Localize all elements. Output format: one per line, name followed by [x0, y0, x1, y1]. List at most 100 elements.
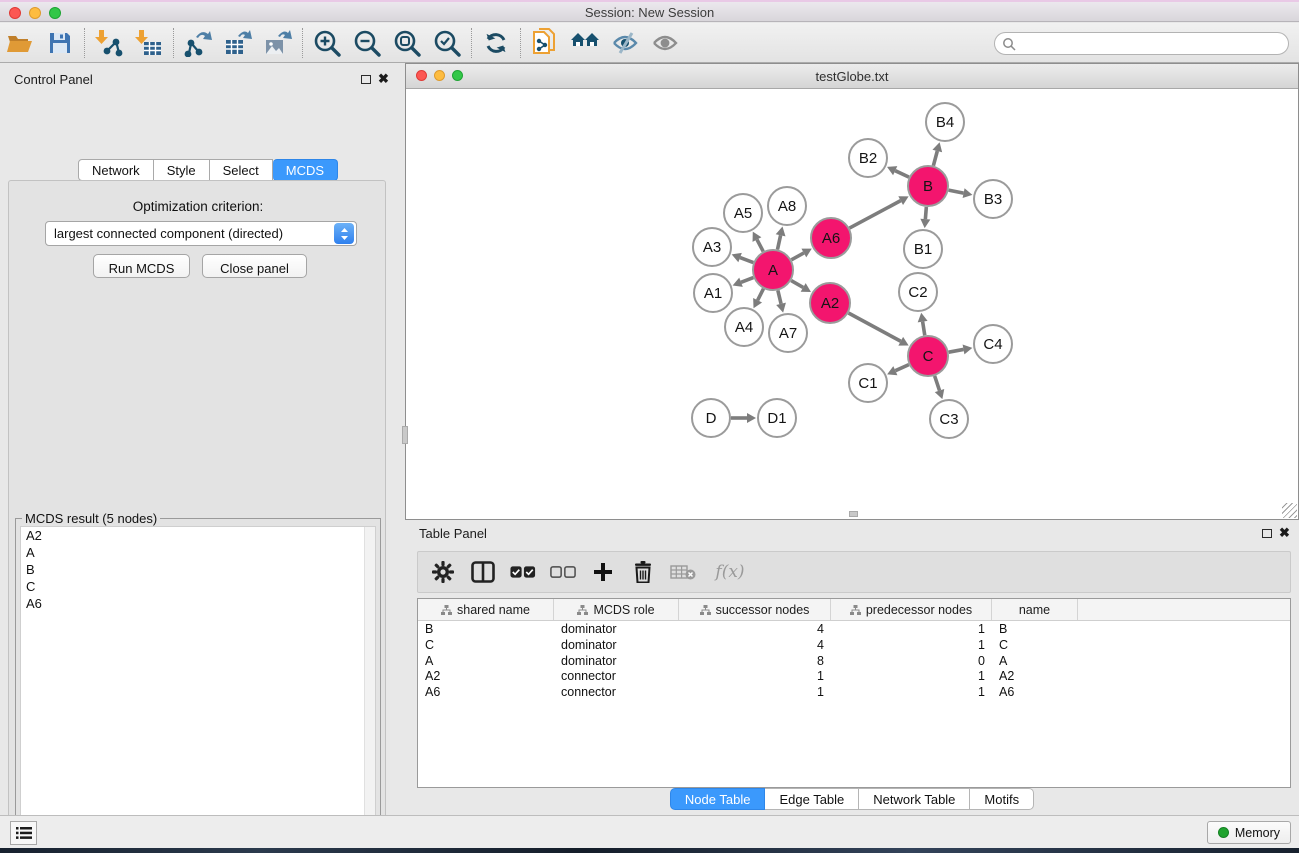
edge-B-B3[interactable]: [949, 190, 964, 193]
column-header-MCDS-role[interactable]: MCDS role: [554, 599, 679, 620]
edge-A-A8[interactable]: [777, 235, 780, 249]
mcds-result-item[interactable]: A6: [21, 595, 375, 612]
table-row[interactable]: Cdominator41C: [418, 637, 1290, 653]
edge-C-C3[interactable]: [935, 376, 940, 391]
tab-network-table[interactable]: Network Table: [859, 788, 970, 810]
save-icon[interactable]: [40, 26, 80, 60]
hide-eye-icon[interactable]: [605, 26, 645, 60]
tab-select[interactable]: Select: [210, 159, 273, 181]
cell-MCDS-role[interactable]: dominator: [554, 653, 679, 669]
cell-successor-nodes[interactable]: 1: [679, 684, 831, 700]
mcds-result-item[interactable]: B: [21, 561, 375, 578]
criterion-select[interactable]: largest connected component (directed): [45, 221, 357, 246]
mcds-result-item[interactable]: A2: [21, 527, 375, 544]
column-header-name[interactable]: name: [992, 599, 1078, 620]
table-row[interactable]: Adominator80A: [418, 653, 1290, 669]
cell-name[interactable]: A: [992, 653, 1078, 669]
show-eye-icon[interactable]: [645, 26, 685, 60]
mcds-list-scrollbar[interactable]: [364, 527, 375, 853]
open-folder-icon[interactable]: [0, 26, 40, 60]
tab-node-table[interactable]: Node Table: [670, 788, 766, 810]
run-mcds-button[interactable]: Run MCDS: [93, 254, 190, 278]
column-header-shared-name[interactable]: shared name: [418, 599, 554, 620]
edge-B-B2[interactable]: [895, 171, 909, 177]
export-image-icon[interactable]: [258, 26, 298, 60]
edge-B-B4[interactable]: [933, 151, 937, 166]
column-layout-icon[interactable]: [470, 559, 496, 585]
cell-predecessor-nodes[interactable]: 0: [831, 653, 992, 669]
table-row[interactable]: A2connector11A2: [418, 668, 1290, 684]
deselect-all-checkboxes-icon[interactable]: [550, 559, 576, 585]
tab-mcds[interactable]: MCDS: [273, 159, 338, 181]
delete-column-trash-icon[interactable]: [630, 559, 656, 585]
column-header-predecessor-nodes[interactable]: predecessor nodes: [831, 599, 992, 620]
edge-B-B1[interactable]: [925, 207, 926, 219]
delete-table-icon[interactable]: [670, 559, 696, 585]
clone-network-icon[interactable]: [525, 26, 565, 60]
export-network-icon[interactable]: [178, 26, 218, 60]
cell-name[interactable]: A6: [992, 684, 1078, 700]
close-panel-button[interactable]: Close panel: [202, 254, 307, 278]
cell-MCDS-role[interactable]: connector: [554, 684, 679, 700]
function-builder-icon[interactable]: f(x): [710, 559, 750, 585]
cell-shared-name[interactable]: C: [418, 637, 554, 653]
cell-MCDS-role[interactable]: dominator: [554, 621, 679, 637]
memory-button[interactable]: Memory: [1207, 821, 1291, 844]
cell-name[interactable]: A2: [992, 668, 1078, 684]
cell-MCDS-role[interactable]: connector: [554, 668, 679, 684]
table-float-panel-icon[interactable]: [1262, 529, 1272, 538]
cell-predecessor-nodes[interactable]: 1: [831, 621, 992, 637]
edge-C-C1[interactable]: [895, 365, 908, 371]
mcds-result-item[interactable]: C: [21, 578, 375, 595]
cell-successor-nodes[interactable]: 8: [679, 653, 831, 669]
edge-C-C2[interactable]: [923, 322, 925, 336]
edge-A-A5[interactable]: [757, 240, 763, 252]
zoom-in-icon[interactable]: [307, 26, 347, 60]
close-panel-icon[interactable]: ✖: [378, 74, 389, 84]
edge-C-C4[interactable]: [949, 349, 964, 352]
cell-predecessor-nodes[interactable]: 1: [831, 637, 992, 653]
tab-network[interactable]: Network: [78, 159, 154, 181]
cell-shared-name[interactable]: B: [418, 621, 554, 637]
edge-A-A6[interactable]: [791, 253, 803, 260]
edge-A-A1[interactable]: [741, 278, 753, 283]
cell-predecessor-nodes[interactable]: 1: [831, 684, 992, 700]
mcds-result-item[interactable]: A: [21, 544, 375, 561]
cell-shared-name[interactable]: A6: [418, 684, 554, 700]
export-table-icon[interactable]: [218, 26, 258, 60]
search-field[interactable]: [994, 32, 1289, 55]
cell-predecessor-nodes[interactable]: 1: [831, 668, 992, 684]
select-all-checkboxes-icon[interactable]: [510, 559, 536, 585]
network-window-titlebar[interactable]: testGlobe.txt: [406, 64, 1298, 89]
edge-A-A7[interactable]: [778, 290, 781, 303]
refresh-icon[interactable]: [476, 26, 516, 60]
edge-A2-C[interactable]: [848, 313, 900, 341]
edge-A-A4[interactable]: [758, 289, 764, 301]
home-neighbors-icon[interactable]: [565, 26, 605, 60]
add-column-plus-icon[interactable]: [590, 559, 616, 585]
table-settings-gear-icon[interactable]: [430, 559, 456, 585]
table-close-panel-icon[interactable]: ✖: [1279, 528, 1290, 538]
tab-style[interactable]: Style: [154, 159, 210, 181]
float-panel-icon[interactable]: [361, 75, 371, 84]
cell-successor-nodes[interactable]: 1: [679, 668, 831, 684]
network-canvas[interactable]: B4B2BB3A8A5A6A3B1AC2A1A2A4A7C4CC1DD1C3: [406, 89, 1298, 513]
task-history-button[interactable]: [10, 821, 37, 845]
cell-successor-nodes[interactable]: 4: [679, 621, 831, 637]
edge-A6-B[interactable]: [850, 201, 901, 228]
resize-grip-icon[interactable]: [1282, 503, 1297, 518]
cell-name[interactable]: C: [992, 637, 1078, 653]
edge-A-A2[interactable]: [791, 281, 803, 288]
zoom-out-icon[interactable]: [347, 26, 387, 60]
table-row[interactable]: Bdominator41B: [418, 621, 1290, 637]
tab-motifs[interactable]: Motifs: [970, 788, 1034, 810]
import-network-icon[interactable]: [89, 26, 129, 60]
edge-A-A3[interactable]: [740, 258, 753, 263]
column-header-successor-nodes[interactable]: successor nodes: [679, 599, 831, 620]
table-row[interactable]: A6connector11A6: [418, 684, 1290, 700]
cell-successor-nodes[interactable]: 4: [679, 637, 831, 653]
import-table-icon[interactable]: [129, 26, 169, 60]
cell-name[interactable]: B: [992, 621, 1078, 637]
cell-MCDS-role[interactable]: dominator: [554, 637, 679, 653]
zoom-selected-icon[interactable]: [427, 26, 467, 60]
